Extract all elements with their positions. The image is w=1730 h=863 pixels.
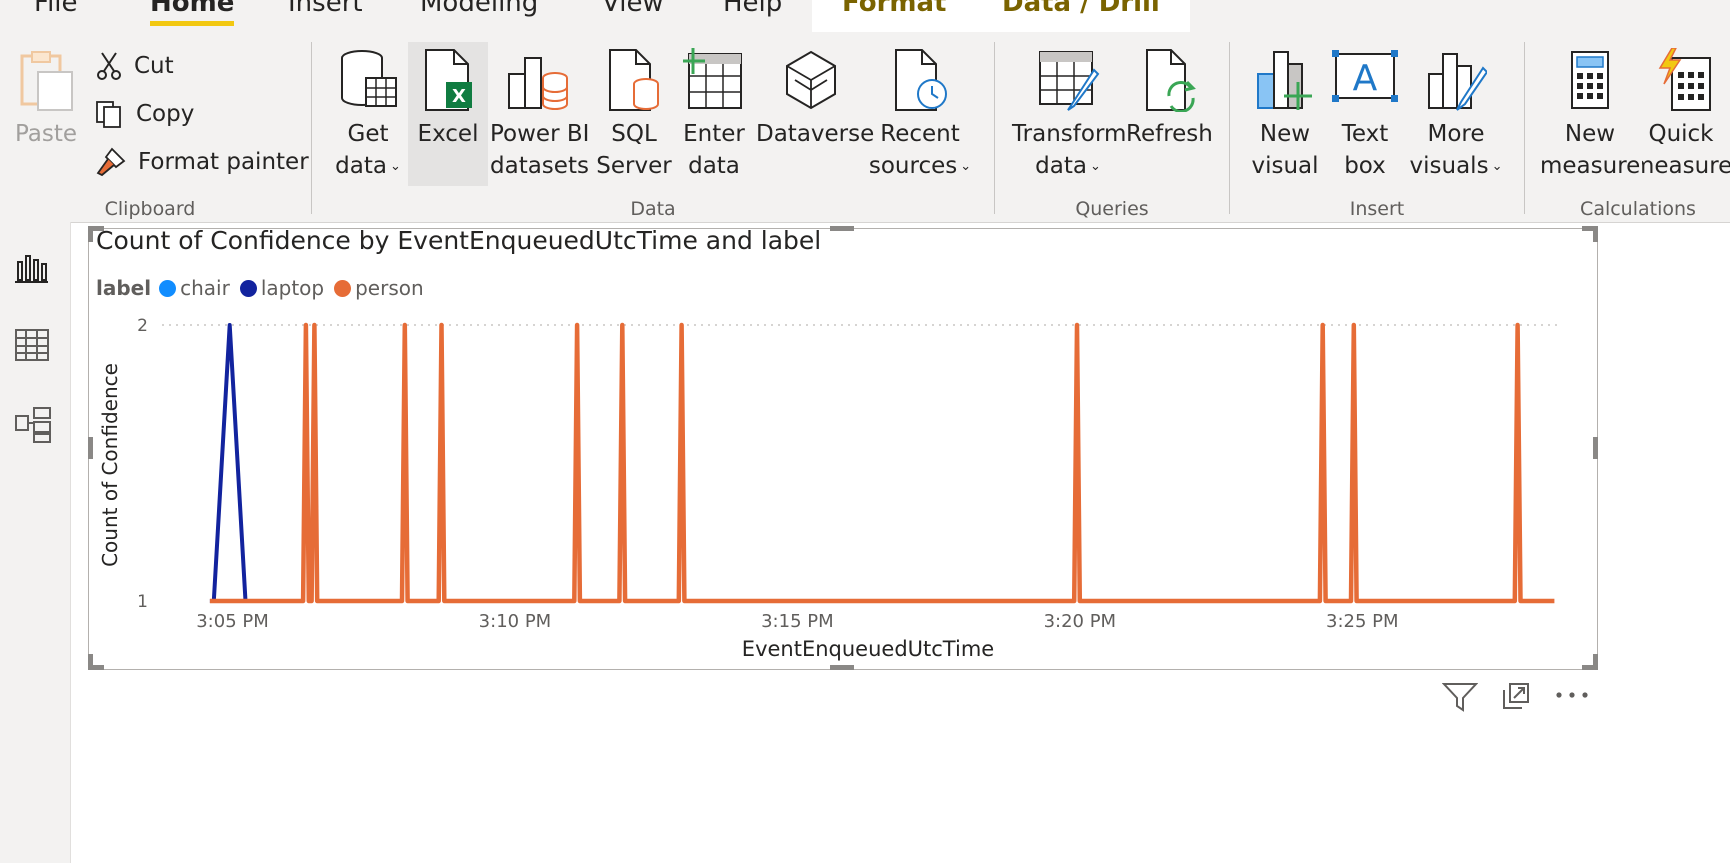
x-tick-label: 3:25 PM (1326, 611, 1399, 632)
focus-mode-icon[interactable] (1500, 680, 1532, 712)
series-line-person (209, 322, 1555, 604)
y-tick-label: 2 (137, 316, 148, 336)
x-tick-label: 3:10 PM (479, 611, 552, 632)
y-tick-label: 1 (137, 592, 148, 612)
series-line-laptop (209, 323, 248, 603)
chart-plot-area: 1 2 3:05 PM 3:10 PM 3:15 PM 3:20 PM 3:25 PM (137, 316, 1560, 632)
x-tick-label: 3:05 PM (196, 611, 269, 632)
more-options-icon[interactable] (1554, 688, 1590, 702)
filter-icon[interactable] (1442, 680, 1478, 714)
x-tick-label: 3:20 PM (1044, 611, 1117, 632)
x-tick-label: 3:15 PM (761, 611, 834, 632)
